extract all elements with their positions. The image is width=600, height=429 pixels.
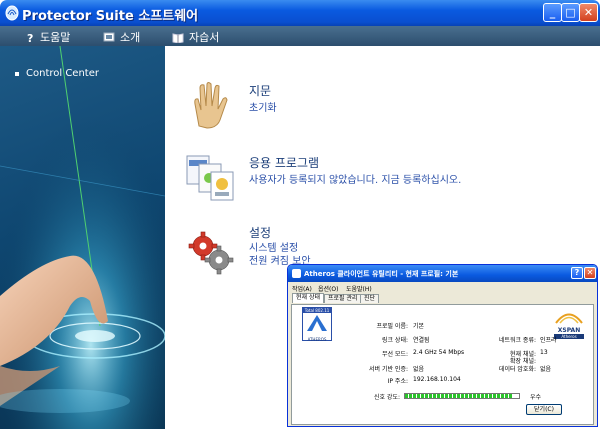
register-user-link[interactable]: 사용자가 등록되지 않았습니다. 지금 등록하십시오. [249, 171, 461, 186]
atheros-app-icon [292, 269, 301, 278]
menu-help-dialog[interactable]: 도움말(H) [346, 284, 372, 293]
atheros-logo-bottom: ATHEROS [307, 337, 327, 342]
menu-about[interactable]: 소개 [103, 29, 140, 45]
current-status-pane: Total 802.11 ATHEROS XSPAN Atheros 프로필 이… [291, 304, 594, 425]
atheros-menu-bar: 작업(A) 옵션(O) 도움말(H) [288, 282, 597, 293]
hand-touch-illustration [0, 46, 165, 429]
menu-action[interactable]: 작업(A) [292, 284, 312, 293]
server-auth-label: 서버 기반 인증: [369, 366, 408, 373]
link-status-value: 연결됨 [413, 337, 430, 344]
fingerprint-title: 지문 [249, 84, 272, 98]
atheros-window-title: Atheros 클라이언트 유틸리티 - 현재 프로필: 기본 [304, 270, 459, 278]
xspan-logo-mark [555, 313, 583, 324]
menu-tutorial-label: 자습서 [189, 31, 220, 44]
help-button[interactable]: ? [571, 267, 583, 279]
atheros-tabs: 현재 상태 프로필 관리 진단 [288, 293, 597, 303]
minimize-button[interactable]: _ [543, 3, 562, 22]
atheros-logo: Total 802.11 ATHEROS [302, 307, 332, 342]
menu-help-label: 도움말 [40, 31, 71, 44]
book-icon [172, 32, 184, 43]
atheros-logo-mark [307, 315, 327, 331]
gears-icon [188, 231, 234, 275]
sidebar-item-control-center[interactable]: Control Center [15, 68, 99, 79]
atheros-title-bar[interactable]: Atheros 클라이언트 유틸리티 - 현재 프로필: 기본 ? ✕ [288, 265, 597, 282]
maximize-button[interactable]: □ [561, 3, 580, 22]
close-button[interactable]: ✕ [579, 3, 598, 22]
signal-strength-fill [405, 394, 514, 398]
data-encryption-value: 없음 [540, 366, 552, 373]
tab-diagnostics[interactable]: 진단 [360, 294, 380, 303]
bullet-icon [15, 71, 19, 76]
signal-strength-label: 신호 강도: [373, 394, 400, 401]
menu-help[interactable]: ? 도움말 [26, 29, 70, 45]
applications-icon [186, 155, 234, 201]
server-auth-value: 없음 [413, 366, 425, 373]
data-encryption-label: 데이터 암호화: [498, 366, 536, 373]
applications-title: 응용 프로그램 [249, 156, 320, 170]
protector-suite-window: Protector Suite 소프트웨어 _ □ ✕ ? 도움말 소개 자습서 [0, 0, 600, 429]
signal-strength-value: 우수 [530, 394, 542, 401]
hand-icon [194, 82, 228, 129]
about-icon [103, 32, 115, 41]
menu-tutorial[interactable]: 자습서 [172, 29, 219, 45]
tab-current-status[interactable]: 현재 상태 [292, 293, 324, 303]
fingerprint-app-icon [5, 5, 19, 21]
dialog-close-button[interactable]: ✕ [584, 267, 596, 279]
xspan-logo-sub: Atheros [554, 334, 584, 339]
profile-name-label: 프로필 이름: [376, 323, 408, 330]
signal-strength-bar [404, 393, 520, 399]
window-title: Protector Suite 소프트웨어 [22, 9, 199, 24]
current-channel-value: 13 [540, 349, 548, 356]
link-status-label: 링크 상태: [381, 337, 408, 344]
sidebar-item-label: Control Center [26, 68, 99, 79]
network-type-label: 네트워크 종류: [498, 337, 536, 344]
help-icon: ? [27, 32, 33, 43]
ip-address-value: 192.168.10.104 [413, 376, 461, 383]
ip-address-label: IP 주소: [387, 378, 408, 385]
menu-options[interactable]: 옵션(O) [318, 284, 338, 293]
network-type-value: 인프라 [540, 337, 557, 344]
wireless-mode-label: 무선 모드: [381, 351, 408, 358]
initialize-link[interactable]: 초기화 [249, 99, 277, 114]
close-dialog-button[interactable]: 닫기(C) [526, 404, 562, 415]
wireless-mode-value: 2.4 GHz 54 Mbps [413, 349, 465, 356]
tab-profile-management[interactable]: 프로필 관리 [324, 294, 362, 303]
menu-bar: ? 도움말 소개 자습서 [0, 26, 600, 46]
sidebar: Control Center [0, 46, 165, 429]
svg-text:?: ? [27, 32, 33, 43]
atheros-utility-window: Atheros 클라이언트 유틸리티 - 현재 프로필: 기본 ? ✕ 작업(A… [287, 264, 598, 427]
xspan-logo: XSPAN Atheros [554, 309, 584, 339]
profile-name-value: 기본 [413, 323, 425, 330]
title-bar[interactable]: Protector Suite 소프트웨어 _ □ ✕ [0, 0, 600, 26]
menu-about-label: 소개 [120, 31, 141, 44]
